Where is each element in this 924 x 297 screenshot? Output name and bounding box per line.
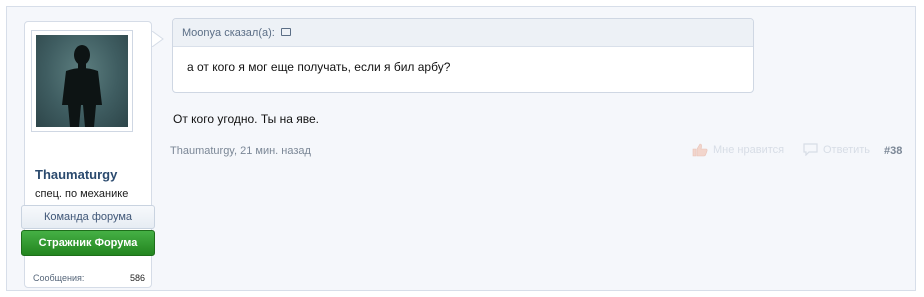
team-banner: Команда форума <box>21 205 155 229</box>
username[interactable]: Thaumaturgy <box>25 167 153 182</box>
messages-stat: Сообщения: 586 <box>33 273 145 283</box>
avatar-image <box>36 35 128 127</box>
quote-text: а от кого я мог еще получать, если я бил… <box>187 60 451 74</box>
quote-author[interactable]: Moonya сказал(а): <box>182 27 275 39</box>
message-text: От кого угодно. Ты на яве. <box>173 112 319 126</box>
go-to-quote-icon[interactable] <box>280 28 291 37</box>
like-button[interactable]: Мне нравится <box>692 143 784 157</box>
speech-arrow-icon <box>152 31 164 47</box>
post-author-time[interactable]: Thaumaturgy, 21 мин. назад <box>170 145 311 157</box>
like-label: Мне нравится <box>713 144 785 156</box>
post-number[interactable]: #38 <box>884 145 902 157</box>
quote-block: Moonya сказал(а): а от кого я мог еще по… <box>172 18 754 93</box>
post: Thaumaturgy спец. по механике Команда фо… <box>6 6 916 291</box>
messages-label: Сообщения: <box>33 273 85 283</box>
guard-banner: Стражник Форума <box>21 230 155 256</box>
thumbs-up-icon <box>692 143 708 157</box>
speech-bubble-icon <box>803 143 818 156</box>
messages-count[interactable]: 586 <box>130 273 145 283</box>
avatar[interactable] <box>31 30 133 132</box>
reply-button[interactable]: Ответить <box>803 143 870 156</box>
quote-header: Moonya сказал(а): <box>173 19 753 47</box>
user-title: спец. по механике <box>35 188 129 200</box>
reply-label: Ответить <box>823 143 871 156</box>
user-info-panel: Thaumaturgy спец. по механике Команда фо… <box>21 21 155 288</box>
